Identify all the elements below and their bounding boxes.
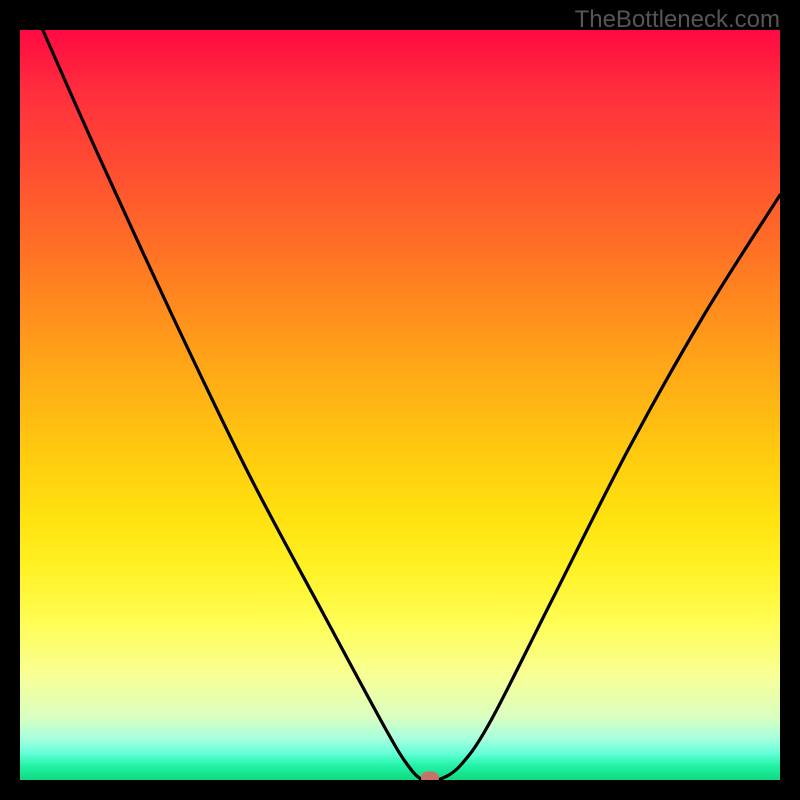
bottleneck-curve	[20, 30, 780, 780]
optimal-point-marker	[421, 771, 439, 780]
chart-frame: TheBottleneck.com	[0, 0, 800, 800]
plot-area	[20, 30, 780, 780]
